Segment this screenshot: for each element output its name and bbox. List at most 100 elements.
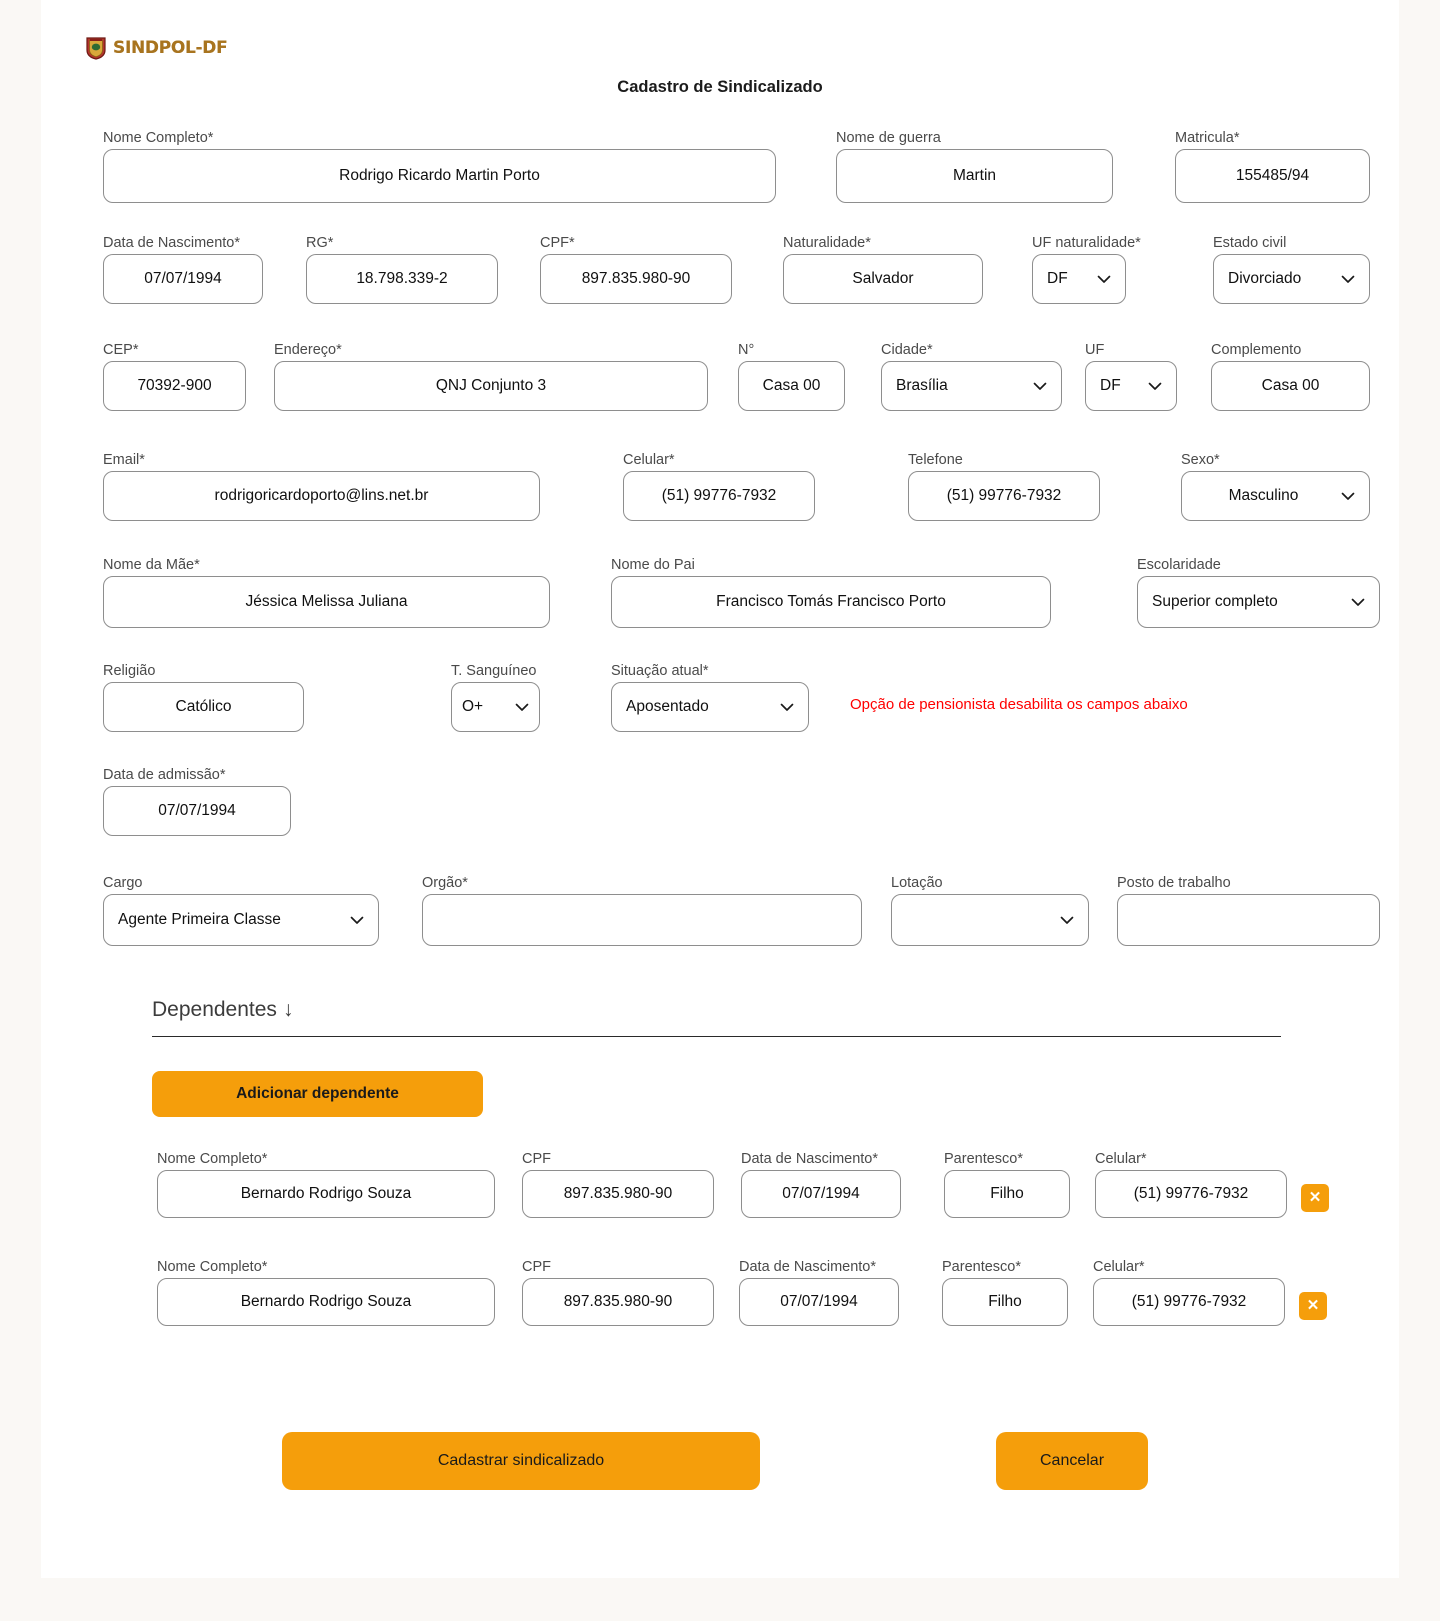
field-sexo: Sexo* Masculino	[1181, 451, 1370, 521]
select-lotacao[interactable]	[891, 894, 1089, 946]
field-nome-guerra: Nome de guerra Martin	[836, 129, 1113, 203]
label-cargo: Cargo	[103, 875, 143, 891]
input-religiao[interactable]: Católico	[103, 682, 304, 732]
input-dep0-data-nascimento[interactable]: 07/07/1994	[741, 1170, 901, 1218]
dependentes-title: Dependentes	[152, 998, 277, 1021]
chevron-down-icon	[1349, 593, 1367, 611]
input-dep1-celular[interactable]: (51) 99776-7932	[1093, 1278, 1285, 1326]
label-uf: UF	[1085, 342, 1105, 358]
field-naturalidade: Naturalidade* Salvador	[783, 234, 983, 304]
label-nome-pai: Nome do Pai	[611, 557, 695, 573]
input-data-nascimento[interactable]: 07/07/1994	[103, 254, 263, 304]
label-nome-mae: Nome da Mãe*	[103, 557, 200, 573]
section-divider	[152, 1036, 1281, 1037]
chevron-down-icon	[1339, 270, 1357, 288]
select-escolaridade[interactable]: Superior completo	[1137, 576, 1380, 628]
field-cep: CEP* 70392-900	[103, 341, 246, 411]
label-religiao: Religião	[103, 663, 156, 679]
add-dependente-button[interactable]: Adicionar dependente	[152, 1071, 483, 1117]
label-dep0-cpf: CPF	[522, 1151, 551, 1167]
chevron-down-icon	[1146, 377, 1164, 395]
field-posto-trabalho: Posto de trabalho	[1117, 874, 1380, 946]
brand-logo: SINDPOL-DF	[85, 36, 228, 60]
input-dep1-cpf[interactable]: 897.835.980-90	[522, 1278, 714, 1326]
label-dep1-celular: Celular*	[1093, 1259, 1145, 1275]
submit-button[interactable]: Cadastrar sindicalizado	[282, 1432, 760, 1490]
input-posto-trabalho[interactable]	[1117, 894, 1380, 946]
input-matricula[interactable]: 155485/94	[1175, 149, 1370, 203]
input-endereco[interactable]: QNJ Conjunto 3	[274, 361, 708, 411]
input-dep0-cpf[interactable]: 897.835.980-90	[522, 1170, 714, 1218]
label-data-admissao: Data de admissão*	[103, 767, 226, 783]
input-nome-completo[interactable]: Rodrigo Ricardo Martin Porto	[103, 149, 776, 203]
remove-dependente-button[interactable]: ✕	[1301, 1184, 1329, 1212]
input-dep0-nome[interactable]: Bernardo Rodrigo Souza	[157, 1170, 495, 1218]
input-complemento[interactable]: Casa 00	[1211, 361, 1370, 411]
label-escolaridade: Escolaridade	[1137, 557, 1221, 573]
input-nome-pai[interactable]: Francisco Tomás Francisco Porto	[611, 576, 1051, 628]
select-sexo[interactable]: Masculino	[1181, 471, 1370, 521]
input-rg[interactable]: 18.798.339-2	[306, 254, 498, 304]
input-numero[interactable]: Casa 00	[738, 361, 845, 411]
field-telefone: Telefone (51) 99776-7932	[908, 451, 1100, 521]
label-complemento: Complemento	[1211, 342, 1302, 358]
label-dep0-parentesco: Parentesco*	[944, 1151, 1023, 1167]
field-dep0-data-nascimento: Data de Nascimento* 07/07/1994	[741, 1150, 901, 1218]
select-uf-naturalidade[interactable]: DF	[1032, 254, 1126, 304]
input-dep1-nome[interactable]: Bernardo Rodrigo Souza	[157, 1278, 495, 1326]
select-tipo-sanguineo[interactable]: O+	[451, 682, 540, 732]
field-dep0-nome: Nome Completo* Bernardo Rodrigo Souza	[157, 1150, 495, 1218]
field-uf-naturalidade: UF naturalidade* DF	[1032, 234, 1141, 304]
field-estado-civil: Estado civil Divorciado	[1213, 234, 1370, 304]
input-orgao[interactable]	[422, 894, 862, 946]
cancel-button[interactable]: Cancelar	[996, 1432, 1148, 1490]
select-situacao-atual[interactable]: Aposentado	[611, 682, 809, 732]
field-dep1-celular: Celular* (51) 99776-7932	[1093, 1258, 1285, 1326]
field-dep1-data-nascimento: Data de Nascimento* 07/07/1994	[739, 1258, 899, 1326]
input-dep0-parentesco[interactable]: Filho	[944, 1170, 1070, 1218]
label-dep1-data-nascimento: Data de Nascimento*	[739, 1259, 877, 1275]
field-dep1-cpf: CPF 897.835.980-90	[522, 1258, 714, 1326]
select-cargo[interactable]: Agente Primeira Classe	[103, 894, 379, 946]
brand-name: SINDPOL-DF	[113, 38, 228, 58]
field-data-admissao: Data de admissão* 07/07/1994	[103, 766, 291, 836]
arrow-down-icon: ↓	[282, 998, 294, 1021]
field-religiao: Religião Católico	[103, 662, 304, 732]
remove-dependente-button[interactable]: ✕	[1299, 1292, 1327, 1320]
input-cep[interactable]: 70392-900	[103, 361, 246, 411]
input-celular[interactable]: (51) 99776-7932	[623, 471, 815, 521]
input-email[interactable]: rodrigoricardoporto@lins.net.br	[103, 471, 540, 521]
input-nome-guerra[interactable]: Martin	[836, 149, 1113, 203]
label-lotacao: Lotação	[891, 875, 943, 891]
label-estado-civil: Estado civil	[1213, 235, 1287, 251]
chevron-down-icon	[1095, 270, 1113, 288]
field-nome-mae: Nome da Mãe* Jéssica Melissa Juliana	[103, 556, 550, 628]
input-data-admissao[interactable]: 07/07/1994	[103, 786, 291, 836]
input-dep0-celular[interactable]: (51) 99776-7932	[1095, 1170, 1287, 1218]
field-dep0-cpf: CPF 897.835.980-90	[522, 1150, 714, 1218]
label-cidade: Cidade*	[881, 342, 933, 358]
label-orgao: Orgão*	[422, 875, 468, 891]
field-uf: UF DF	[1085, 341, 1177, 411]
select-uf[interactable]: DF	[1085, 361, 1177, 411]
input-telefone[interactable]: (51) 99776-7932	[908, 471, 1100, 521]
label-telefone: Telefone	[908, 452, 963, 468]
label-dep0-nome: Nome Completo*	[157, 1151, 268, 1167]
field-data-nascimento: Data de Nascimento* 07/07/1994	[103, 234, 263, 304]
label-dep1-cpf: CPF	[522, 1259, 551, 1275]
label-nome-guerra: Nome de guerra	[836, 130, 941, 146]
select-estado-civil[interactable]: Divorciado	[1213, 254, 1370, 304]
field-endereco: Endereço* QNJ Conjunto 3	[274, 341, 708, 411]
label-dep1-parentesco: Parentesco*	[942, 1259, 1021, 1275]
input-naturalidade[interactable]: Salvador	[783, 254, 983, 304]
input-dep1-parentesco[interactable]: Filho	[942, 1278, 1068, 1326]
pensionista-warning: Opção de pensionista desabilita os campo…	[850, 696, 1188, 713]
label-uf-naturalidade: UF naturalidade*	[1032, 235, 1141, 251]
select-cidade-value: Brasília	[896, 377, 948, 394]
input-dep1-data-nascimento[interactable]: 07/07/1994	[739, 1278, 899, 1326]
input-nome-mae[interactable]: Jéssica Melissa Juliana	[103, 576, 550, 628]
input-cpf[interactable]: 897.835.980-90	[540, 254, 732, 304]
form-page: SINDPOL-DF Cadastro de Sindicalizado Nom…	[41, 0, 1399, 1578]
select-uf-value: DF	[1100, 377, 1121, 394]
select-cidade[interactable]: Brasília	[881, 361, 1062, 411]
